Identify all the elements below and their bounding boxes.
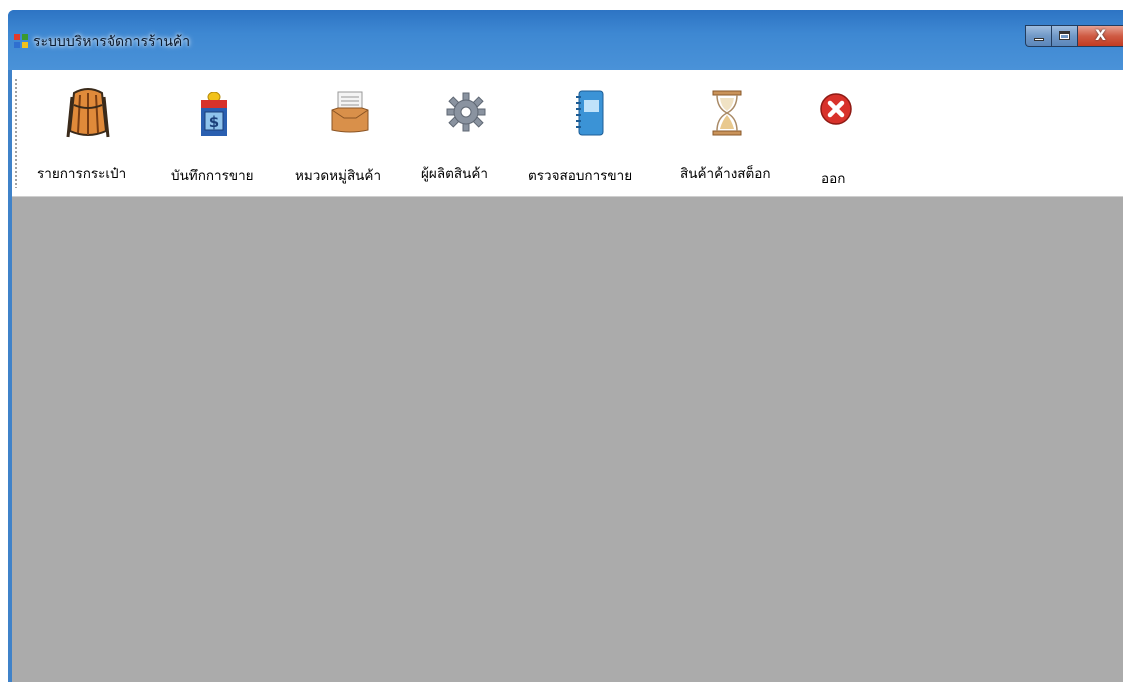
toolbar-label: ตรวจสอบการขาย: [528, 168, 633, 184]
minimize-icon: [1034, 38, 1044, 41]
toolbar-label: ผู้ผลิตสินค้า: [421, 166, 488, 182]
toolbar-button-overstock[interactable]: สินค้าค้างสต็อก: [667, 70, 787, 197]
notebook-icon: [576, 90, 604, 136]
inbox-tray-icon: [331, 91, 369, 133]
title-bar[interactable]: ระบบบริหารจัดการร้านค้า X: [8, 10, 1123, 70]
minimize-button[interactable]: [1025, 25, 1051, 47]
toolbar-button-categories[interactable]: หมวดหมู่สินค้า: [285, 70, 403, 197]
app-window: ระบบบริหารจัดการร้านค้า X รายการกระเป๋า …: [8, 10, 1123, 682]
maximize-button[interactable]: [1051, 25, 1077, 47]
toolbar-grip[interactable]: [15, 78, 17, 188]
hourglass-icon: [712, 90, 742, 136]
window-title: ระบบบริหารจัดการร้านค้า: [33, 34, 191, 50]
toolbar-label: หมวดหมู่สินค้า: [295, 168, 382, 184]
toolbar-label: บันทึกการขาย: [171, 168, 254, 184]
toolbar-button-exit[interactable]: ออก: [802, 70, 868, 197]
toolbar-button-sales-check[interactable]: ตรวจสอบการขาย: [519, 70, 657, 197]
mdi-client-area[interactable]: [12, 197, 1123, 682]
backpack-icon: [66, 88, 110, 138]
exit-icon: [820, 93, 852, 125]
toolbar-button-record-sales[interactable]: $ บันทึกการขาย: [156, 70, 272, 197]
caption-buttons: X: [1025, 25, 1123, 47]
close-button[interactable]: X: [1077, 25, 1123, 47]
close-icon: X: [1095, 28, 1106, 44]
svg-text:$: $: [209, 113, 219, 131]
toolbar-label: สินค้าค้างสต็อก: [680, 166, 771, 182]
toolbar-button-manufacturers[interactable]: ผู้ผลิตสินค้า: [414, 70, 510, 197]
main-toolbar: รายการกระเป๋า $ บันทึกการขาย หมวดหมู่สิน…: [12, 70, 1123, 197]
maximize-icon: [1059, 31, 1070, 40]
toolbar-button-bag-list[interactable]: รายการกระเป๋า: [26, 70, 142, 197]
gear-icon: [446, 92, 486, 132]
money-box-icon: $: [201, 92, 227, 136]
toolbar-label: รายการกระเป๋า: [37, 166, 127, 182]
app-icon: [14, 34, 28, 48]
toolbar-label: ออก: [821, 171, 846, 187]
